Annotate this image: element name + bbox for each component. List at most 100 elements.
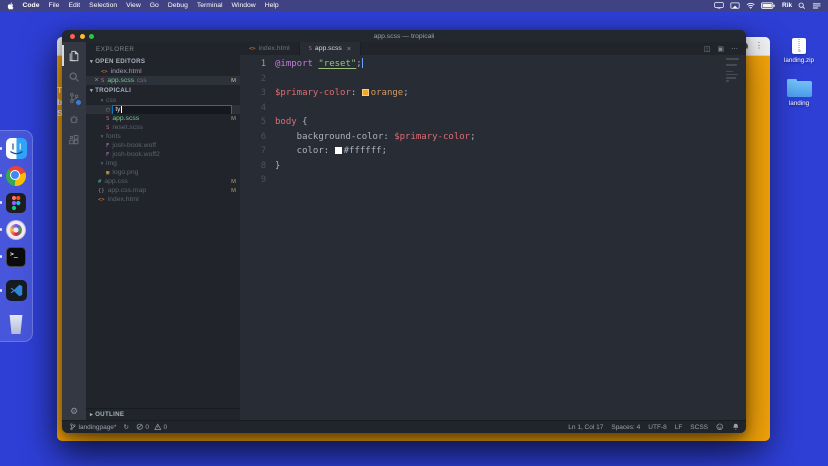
- activity-bar-debug-icon[interactable]: [62, 108, 86, 129]
- git-branch-indicator[interactable]: landingpage*: [69, 423, 116, 431]
- code-line-2[interactable]: 2: [240, 72, 746, 87]
- zoom-window-button[interactable]: [89, 34, 94, 39]
- dock-item-finder[interactable]: [6, 138, 27, 159]
- dock-item-trash[interactable]: [6, 314, 27, 335]
- code-line-1[interactable]: 1@import "reset";: [240, 57, 746, 72]
- code-line-7[interactable]: 7 color: #ffffff;: [240, 144, 746, 159]
- dock-item-vscode[interactable]: [6, 280, 27, 301]
- menu-item-code[interactable]: Code: [18, 2, 44, 9]
- menu-lines-icon[interactable]: [812, 2, 821, 10]
- code-line-8[interactable]: 8}: [240, 159, 746, 174]
- code-text: color: #ffffff;: [275, 144, 387, 159]
- apple-icon[interactable]: [7, 2, 14, 10]
- open-editors-section-header[interactable]: ▾ OPEN EDITORS: [86, 56, 240, 67]
- open-editor-index.html[interactable]: <>index.html: [86, 67, 240, 76]
- sync-icon[interactable]: ↻: [123, 423, 128, 431]
- desktop-icon-landing.zip[interactable]: landing.zip: [776, 38, 822, 64]
- minimap[interactable]: [726, 58, 742, 87]
- more-actions-icon[interactable]: ⋯: [731, 45, 738, 53]
- tree-file-app.scss[interactable]: Sapp.scssM: [86, 114, 240, 123]
- wifi-icon[interactable]: [746, 2, 755, 10]
- project-section-header[interactable]: ▾ TROPICALI: [86, 85, 240, 96]
- close-tab-icon[interactable]: ×: [347, 44, 351, 53]
- kebab-menu-icon[interactable]: ⋮: [755, 42, 763, 50]
- outline-section[interactable]: ▸ OUTLINE: [86, 408, 240, 420]
- code-line-6[interactable]: 6 background-color: $primary-color;: [240, 130, 746, 145]
- desktop-screen: CodeFileEditSelectionViewGoDebugTerminal…: [0, 0, 828, 466]
- menu-item-selection[interactable]: Selection: [85, 2, 122, 9]
- font-file-icon: F: [106, 152, 109, 158]
- battery-icon[interactable]: [761, 2, 776, 10]
- code-editor[interactable]: 1@import "reset";23$primary-color: orang…: [240, 55, 746, 420]
- toggle-panel-icon[interactable]: ▣: [717, 45, 724, 53]
- activity-bar-explorer-icon[interactable]: [62, 45, 86, 66]
- user-name[interactable]: Rik: [782, 2, 792, 9]
- tree-file-reset.scss[interactable]: Sreset.scss: [86, 123, 240, 132]
- code-line-5[interactable]: 5body {: [240, 115, 746, 130]
- menu-bar-status-area: Rik: [714, 2, 821, 10]
- menu-item-window[interactable]: Window: [227, 2, 260, 9]
- map-file-icon: {}: [98, 188, 105, 194]
- open-editor-app.scss[interactable]: ×Sapp.scsscssM: [86, 76, 240, 85]
- explorer-sidebar: EXPLORER ▾ OPEN EDITORS <>index.html×Sap…: [86, 42, 240, 420]
- running-indicator-dot: [0, 228, 2, 231]
- tab-index.html[interactable]: <>index.html: [240, 42, 300, 55]
- new-file-name-input[interactable]: ty: [112, 105, 232, 114]
- code-line-3[interactable]: 3$primary-color: orange;: [240, 86, 746, 101]
- menu-item-terminal[interactable]: Terminal: [192, 2, 227, 9]
- menu-item-debug[interactable]: Debug: [163, 2, 192, 9]
- status-language-mode[interactable]: SCSS: [690, 424, 708, 431]
- screen-mirroring-icon[interactable]: [730, 2, 740, 10]
- tree-file-josh-book.woff[interactable]: Fjosh-book.woff: [86, 141, 240, 150]
- status-cursor-position[interactable]: Ln 1, Col 17: [568, 424, 603, 431]
- code-line-9[interactable]: 9: [240, 173, 746, 188]
- split-editor-icon[interactable]: ◫: [704, 45, 711, 53]
- color-swatch[interactable]: [335, 147, 342, 154]
- minimize-window-button[interactable]: [80, 34, 85, 39]
- notifications-bell-icon[interactable]: [732, 423, 740, 431]
- menu-item-view[interactable]: View: [122, 2, 146, 9]
- menu-item-edit[interactable]: Edit: [64, 2, 85, 9]
- menu-item-file[interactable]: File: [44, 2, 64, 9]
- code-line-4[interactable]: 4: [240, 101, 746, 116]
- vscode-window[interactable]: app.scss — tropicali ⚙ EXPLORER ▾ OPEN E…: [62, 30, 746, 433]
- dock-item-screenflow[interactable]: [6, 219, 27, 240]
- close-editor-icon[interactable]: ×: [92, 77, 101, 84]
- activity-bar-extensions-icon[interactable]: [62, 129, 86, 150]
- tree-file-app.css[interactable]: #app.cssM: [86, 177, 240, 186]
- open-editors-list: <>index.html×Sapp.scsscssM: [86, 67, 240, 85]
- dock-item-figma[interactable]: [6, 192, 27, 213]
- desktop-icon-landing[interactable]: landing: [776, 77, 822, 107]
- code-text: @import "reset";: [275, 57, 363, 72]
- activity-bar-search-icon[interactable]: [62, 66, 86, 87]
- tree-folder-img[interactable]: ▾img: [86, 159, 240, 168]
- color-swatch[interactable]: [362, 89, 369, 96]
- status-indentation[interactable]: Spaces: 4: [611, 424, 640, 431]
- activity-bar-source-control-icon[interactable]: [62, 87, 86, 108]
- problems-indicator[interactable]: 0 0: [136, 423, 167, 431]
- file-path: css: [137, 77, 146, 84]
- running-indicator-dot: [0, 289, 2, 292]
- settings-gear-icon[interactable]: ⚙: [70, 407, 78, 416]
- tree-folder-css[interactable]: ▾css: [86, 96, 240, 105]
- feedback-smiley-icon[interactable]: [716, 423, 724, 431]
- tab-app.scss[interactable]: Sapp.scss×: [300, 42, 362, 55]
- dock-item-terminal[interactable]: >_: [6, 246, 27, 267]
- tree-file-app.css.map[interactable]: {}app.css.mapM: [86, 186, 240, 195]
- tree-file-index.html[interactable]: <>index.html: [86, 195, 240, 204]
- dock-item-chrome[interactable]: [6, 165, 27, 186]
- close-window-button[interactable]: [70, 34, 75, 39]
- display-icon[interactable]: [714, 2, 724, 10]
- tree-file-josh-book.woff2[interactable]: Fjosh-book.woff2: [86, 150, 240, 159]
- editor-tab-bar: <>index.htmlSapp.scss× ◫ ▣ ⋯: [240, 42, 746, 55]
- status-encoding[interactable]: UTF-8: [648, 424, 666, 431]
- menu-item-help[interactable]: Help: [260, 2, 283, 9]
- tree-file-logo.png[interactable]: ▣logo.png: [86, 168, 240, 177]
- spotlight-icon[interactable]: [798, 2, 806, 10]
- vscode-title-bar[interactable]: app.scss — tropicali: [62, 30, 746, 42]
- status-eol[interactable]: LF: [675, 424, 683, 431]
- line-number: 7: [240, 144, 275, 159]
- file-name: reset.scss: [112, 124, 143, 131]
- tree-folder-fonts[interactable]: ▾fonts: [86, 132, 240, 141]
- menu-item-go[interactable]: Go: [145, 2, 163, 9]
